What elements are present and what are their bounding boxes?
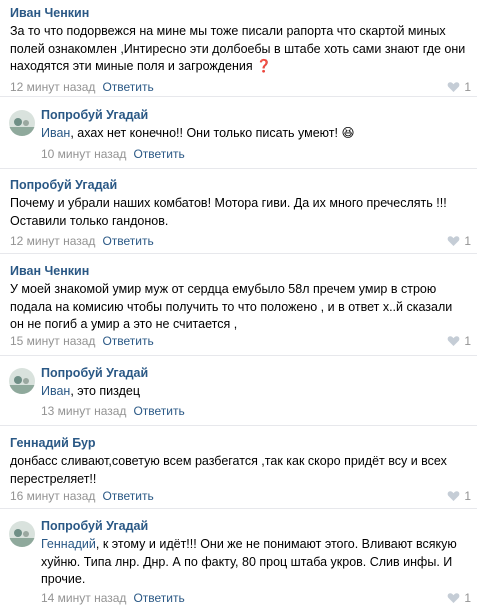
heart-icon — [447, 491, 460, 501]
like-button[interactable]: 1 — [447, 80, 471, 94]
comment-text: У моей знакомой умир муж от сердца емубы… — [10, 281, 468, 334]
comment-text-content: , ахах нет конечно!! Они только писать у… — [70, 126, 338, 140]
comment-author[interactable]: Попробуй Угадай — [10, 178, 117, 192]
comment-text-content: У моей знакомой умир муж от сердца емубы… — [10, 282, 453, 331]
like-count: 1 — [464, 489, 471, 503]
like-count: 1 — [464, 80, 471, 94]
reply-button[interactable]: Ответить — [102, 489, 153, 503]
heart-icon — [447, 236, 460, 246]
comment-timestamp[interactable]: 12 минут назад — [10, 234, 95, 248]
mention-link[interactable]: Иван — [41, 126, 70, 140]
reply-comment: Попробуй Угадай Геннадий, к этому и идёт… — [0, 519, 477, 607]
comment-timestamp[interactable]: 14 минут назад — [41, 591, 126, 605]
comment-text-content: , это пиздец — [70, 384, 141, 398]
comment-text: Почему и убрали наших комбатов! Мотора г… — [10, 195, 468, 230]
comment-timestamp[interactable]: 16 минут назад — [10, 489, 95, 503]
like-button[interactable]: 1 — [447, 234, 471, 248]
comments-feed: Иван Ченкин За то что подорвежся на мине… — [0, 0, 477, 610]
avatar[interactable] — [9, 521, 35, 547]
comment: Иван Ченкин У моей знакомой умир муж от … — [0, 264, 477, 350]
heart-icon — [447, 82, 460, 92]
comment-timestamp[interactable]: 10 минут назад — [41, 147, 126, 161]
avatar-image — [9, 110, 35, 136]
divider — [0, 355, 477, 356]
mention-link[interactable]: Геннадий — [41, 537, 96, 551]
comment-author[interactable]: Попробуй Угадай — [41, 366, 148, 380]
comment: Попробуй Угадай Почему и убрали наших ко… — [0, 178, 477, 248]
heart-icon — [447, 336, 460, 346]
comment-author[interactable]: Попробуй Угадай — [41, 519, 148, 533]
comment-meta: 12 минут назад Ответить — [10, 80, 154, 94]
divider — [0, 96, 477, 97]
laughing-emoji-icon: 😆 — [341, 126, 355, 140]
comment-text-content: За то что подорвежся на мине мы тоже пис… — [10, 24, 466, 73]
avatar-image — [9, 521, 35, 547]
divider — [0, 253, 477, 254]
comment: Геннадий Бур донбасс сливают,советую все… — [0, 436, 477, 506]
comment-timestamp[interactable]: 12 минут назад — [10, 80, 95, 94]
comment-author[interactable]: Геннадий Бур — [10, 436, 95, 450]
reply-button[interactable]: Ответить — [102, 334, 153, 348]
avatar-image — [9, 368, 35, 394]
like-button[interactable]: 1 — [447, 334, 471, 348]
comment-timestamp[interactable]: 13 минут назад — [41, 404, 126, 418]
comment-timestamp[interactable]: 15 минут назад — [10, 334, 95, 348]
avatar[interactable] — [9, 110, 35, 136]
divider — [0, 168, 477, 169]
reply-button[interactable]: Ответить — [133, 147, 184, 161]
comment-text: Иван, это пиздец — [41, 383, 466, 401]
comment-meta: 14 минут назад Ответить — [41, 591, 185, 605]
comment-text-content: Почему и убрали наших комбатов! Мотора г… — [10, 196, 447, 228]
comment-text-content: донбасс сливают,советую всем разбегатся … — [10, 454, 447, 486]
avatar[interactable] — [9, 368, 35, 394]
reply-button[interactable]: Ответить — [133, 591, 184, 605]
divider — [0, 425, 477, 426]
comment-text: Геннадий, к этому и идёт!!! Они же не по… — [41, 536, 466, 589]
mention-link[interactable]: Иван — [41, 384, 70, 398]
like-count: 1 — [464, 591, 471, 605]
comment-meta: 16 минут назад Ответить — [10, 489, 154, 503]
comment-text-content: , к этому и идёт!!! Они же не понимают э… — [41, 537, 457, 586]
heart-icon — [447, 593, 460, 603]
reply-comment: Попробуй Угадай Иван, ахах нет конечно!!… — [0, 108, 477, 164]
comment-text: донбасс сливают,советую всем разбегатся … — [10, 453, 468, 488]
like-count: 1 — [464, 234, 471, 248]
comment-meta: 10 минут назад Ответить — [41, 147, 185, 161]
like-button[interactable]: 1 — [447, 489, 471, 503]
reply-button[interactable]: Ответить — [133, 404, 184, 418]
comment-text: Иван, ахах нет конечно!! Они только писа… — [41, 125, 466, 143]
reply-button[interactable]: Ответить — [102, 80, 153, 94]
comment-meta: 15 минут назад Ответить — [10, 334, 154, 348]
reply-button[interactable]: Ответить — [102, 234, 153, 248]
comment-author[interactable]: Иван Ченкин — [10, 264, 89, 278]
comment-meta: 12 минут назад Ответить — [10, 234, 154, 248]
reply-comment: Попробуй Угадай Иван, это пиздец 13 мину… — [0, 366, 477, 422]
comment: Иван Ченкин За то что подорвежся на мине… — [0, 6, 477, 94]
comment-meta: 13 минут назад Ответить — [41, 404, 185, 418]
question-emoji-icon: ❓ — [256, 59, 272, 73]
like-button[interactable]: 1 — [447, 591, 471, 605]
comment-text: За то что подорвежся на мине мы тоже пис… — [10, 23, 468, 76]
comment-author[interactable]: Попробуй Угадай — [41, 108, 148, 122]
like-count: 1 — [464, 334, 471, 348]
divider — [0, 508, 477, 509]
comment-author[interactable]: Иван Ченкин — [10, 6, 89, 20]
